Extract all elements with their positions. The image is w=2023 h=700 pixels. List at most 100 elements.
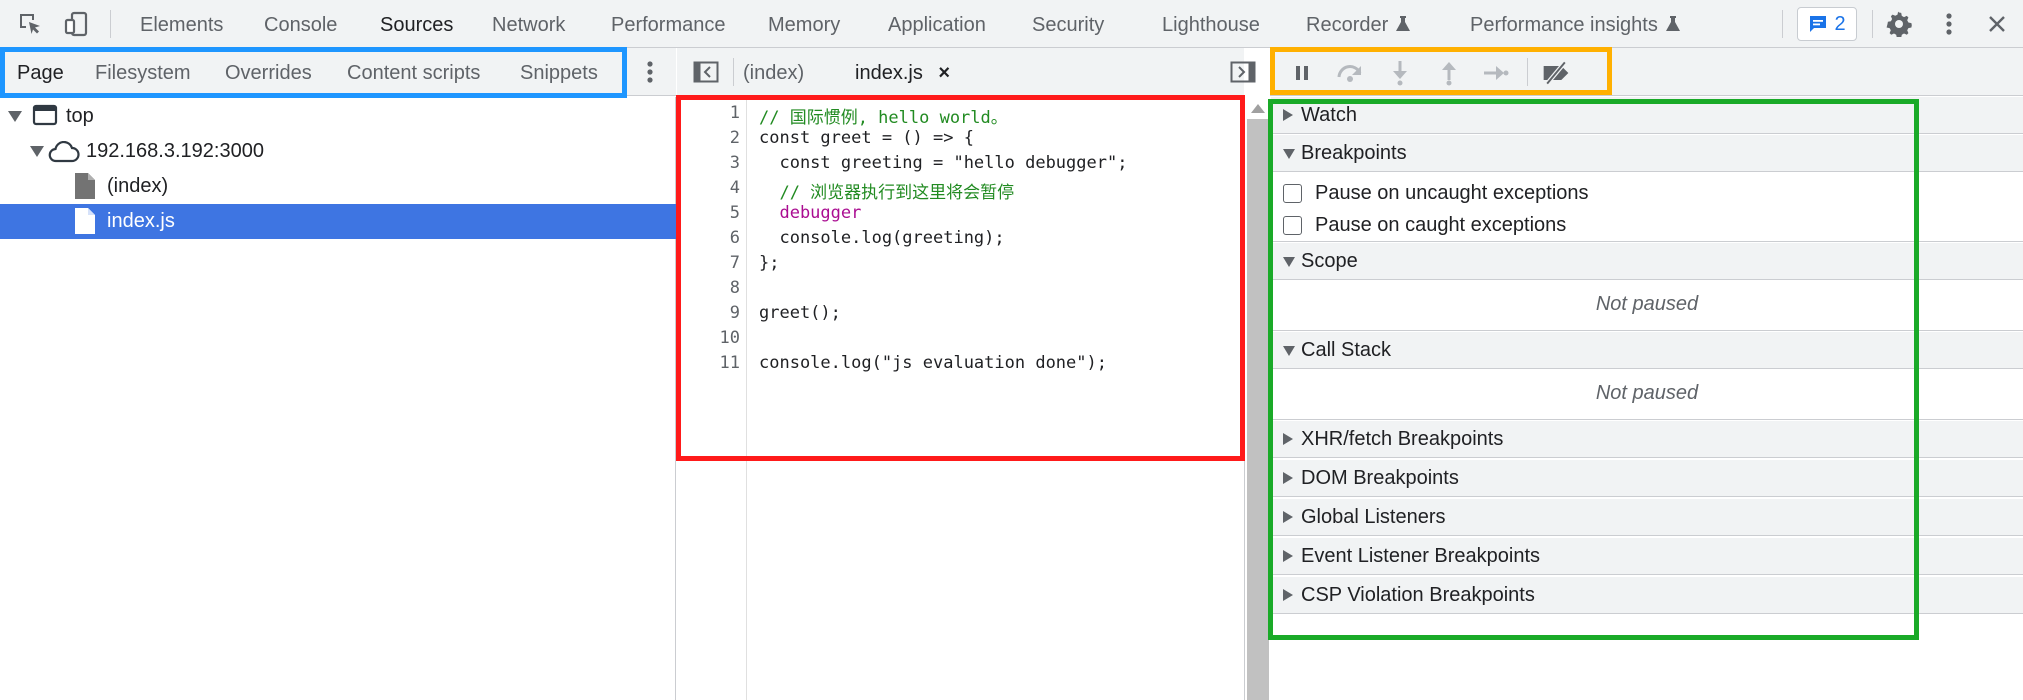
navigator-tabbar: Page Filesystem Overrides Content script…	[0, 48, 676, 96]
close-devtools-icon[interactable]	[1983, 10, 2011, 38]
code-line: // 国际惯例, hello world。	[759, 108, 1008, 128]
cloud-icon	[48, 141, 80, 163]
tree-item-index-js[interactable]: index.js	[0, 204, 676, 239]
debugger-toolbar	[1270, 48, 2023, 96]
section-call-stack[interactable]: Call Stack	[1271, 332, 2023, 369]
device-toolbar-icon[interactable]	[62, 10, 90, 38]
step-button[interactable]	[1481, 58, 1511, 88]
code-line: console.log(greeting);	[759, 228, 1005, 248]
editor-tab-index-js[interactable]: index.js ×	[855, 48, 950, 96]
tab-content-scripts[interactable]: Content scripts	[347, 48, 480, 96]
scope-status: Not paused	[1595, 293, 1699, 315]
expanded-triangle-icon[interactable]	[8, 111, 22, 123]
line-number[interactable]: 6	[730, 228, 740, 248]
line-number[interactable]: 1	[730, 103, 740, 123]
section-scope[interactable]: Scope	[1271, 243, 2023, 280]
section-global-listeners[interactable]: Global Listeners	[1271, 499, 2023, 536]
section-breakpoints[interactable]: Breakpoints	[1271, 135, 2023, 172]
section-dom-breakpoints[interactable]: DOM Breakpoints	[1271, 460, 2023, 497]
section-event-listener-breakpoints[interactable]: Event Listener Breakpoints	[1271, 538, 2023, 575]
tab-performance-insights[interactable]: Performance insights	[1470, 0, 1681, 48]
section-csp-violation-breakpoints[interactable]: CSP Violation Breakpoints	[1271, 577, 2023, 614]
code-line: const greet = () => {	[759, 128, 974, 148]
step-over-button[interactable]	[1335, 58, 1365, 88]
close-tab-icon[interactable]: ×	[938, 62, 950, 84]
deactivate-breakpoints-icon	[1543, 60, 1569, 86]
more-options-kebab-icon[interactable]	[1935, 10, 1963, 38]
tab-performance[interactable]: Performance	[611, 0, 726, 48]
tab-sources[interactable]: Sources	[380, 0, 453, 48]
scrollbar-thumb[interactable]	[1247, 119, 1269, 700]
deactivate-breakpoints-button[interactable]	[1541, 58, 1571, 88]
tree-item-origin[interactable]: 192.168.3.192:3000	[0, 134, 676, 169]
collapsed-triangle-icon	[1283, 589, 1293, 601]
toolbar-divider	[1872, 10, 1873, 38]
tab-console[interactable]: Console	[264, 0, 337, 48]
collapsed-triangle-icon	[1283, 511, 1293, 523]
line-number[interactable]: 10	[720, 328, 740, 348]
tab-elements[interactable]: Elements	[140, 0, 223, 48]
inspect-element-icon[interactable]	[16, 10, 44, 38]
tab-filesystem[interactable]: Filesystem	[95, 48, 191, 96]
tab-overrides[interactable]: Overrides	[225, 48, 312, 96]
tree-item-top[interactable]: top	[0, 99, 676, 134]
issues-count: 2	[1834, 12, 1846, 35]
line-number[interactable]: 4	[730, 178, 740, 198]
expanded-triangle-icon	[1283, 149, 1295, 159]
tab-network[interactable]: Network	[492, 0, 565, 48]
section-title: Scope	[1301, 250, 1358, 272]
line-number[interactable]: 9	[730, 303, 740, 323]
toggle-navigator-icon[interactable]	[693, 61, 719, 83]
tree-item-index[interactable]: (index)	[0, 169, 676, 204]
step-into-icon	[1393, 61, 1407, 86]
tab-recorder-label: Recorder	[1306, 14, 1389, 36]
code-line: console.log("js evaluation done");	[759, 353, 1107, 373]
toggle-debugger-icon[interactable]	[1230, 61, 1256, 83]
line-number-gutter[interactable]: 1 2 3 4 5 6 7 8 9 10 11	[677, 97, 747, 700]
editor-scrollbar[interactable]	[1244, 97, 1270, 700]
tab-memory[interactable]: Memory	[768, 0, 840, 48]
collapsed-triangle-icon	[1283, 433, 1293, 445]
step-out-icon	[1442, 62, 1456, 86]
js-file-icon	[75, 208, 95, 234]
pause-uncaught-checkbox[interactable]	[1283, 184, 1302, 203]
pause-caught-checkbox[interactable]	[1283, 216, 1302, 235]
tab-snippets[interactable]: Snippets	[520, 48, 598, 96]
call-stack-status: Not paused	[1595, 382, 1699, 404]
section-title: Call Stack	[1301, 339, 1392, 361]
section-title: Event Listener Breakpoints	[1301, 545, 1541, 567]
section-title: Breakpoints	[1301, 142, 1407, 164]
line-number[interactable]: 7	[730, 253, 740, 273]
expanded-triangle-icon[interactable]	[30, 146, 44, 158]
step-out-button[interactable]	[1434, 58, 1464, 88]
scroll-up-arrow-icon[interactable]	[1251, 103, 1265, 113]
code-line: };	[759, 253, 780, 273]
line-number[interactable]: 2	[730, 128, 740, 148]
issues-button[interactable]: 2	[1797, 7, 1857, 41]
pause-icon	[1296, 66, 1308, 80]
line-number[interactable]: 5	[730, 203, 740, 223]
step-into-button[interactable]	[1385, 58, 1415, 88]
tree-label: top	[66, 105, 94, 127]
experimental-flask-icon	[1396, 16, 1411, 31]
line-number[interactable]: 11	[720, 353, 740, 373]
step-over-icon	[1337, 65, 1362, 82]
breakpoints-body: Pause on uncaught exceptions Pause on ca…	[1271, 173, 2023, 242]
tab-security[interactable]: Security	[1032, 0, 1104, 48]
section-title: Global Listeners	[1301, 506, 1446, 528]
editor-tab-index[interactable]: (index)	[743, 48, 804, 96]
tab-application[interactable]: Application	[888, 0, 986, 48]
section-watch[interactable]: Watch	[1271, 97, 2023, 134]
line-number[interactable]: 8	[730, 278, 740, 298]
tab-performance-insights-label: Performance insights	[1470, 14, 1658, 36]
settings-gear-icon[interactable]	[1885, 10, 1913, 38]
pause-resume-button[interactable]	[1287, 58, 1317, 88]
section-title: XHR/fetch Breakpoints	[1301, 428, 1504, 450]
navigator-more-icon[interactable]	[640, 58, 660, 86]
tab-recorder[interactable]: Recorder	[1306, 0, 1411, 48]
collapsed-triangle-icon	[1283, 472, 1293, 484]
section-xhr-breakpoints[interactable]: XHR/fetch Breakpoints	[1271, 421, 2023, 458]
line-number[interactable]: 3	[730, 153, 740, 173]
tab-page[interactable]: Page	[17, 48, 64, 96]
tab-lighthouse[interactable]: Lighthouse	[1162, 0, 1260, 48]
